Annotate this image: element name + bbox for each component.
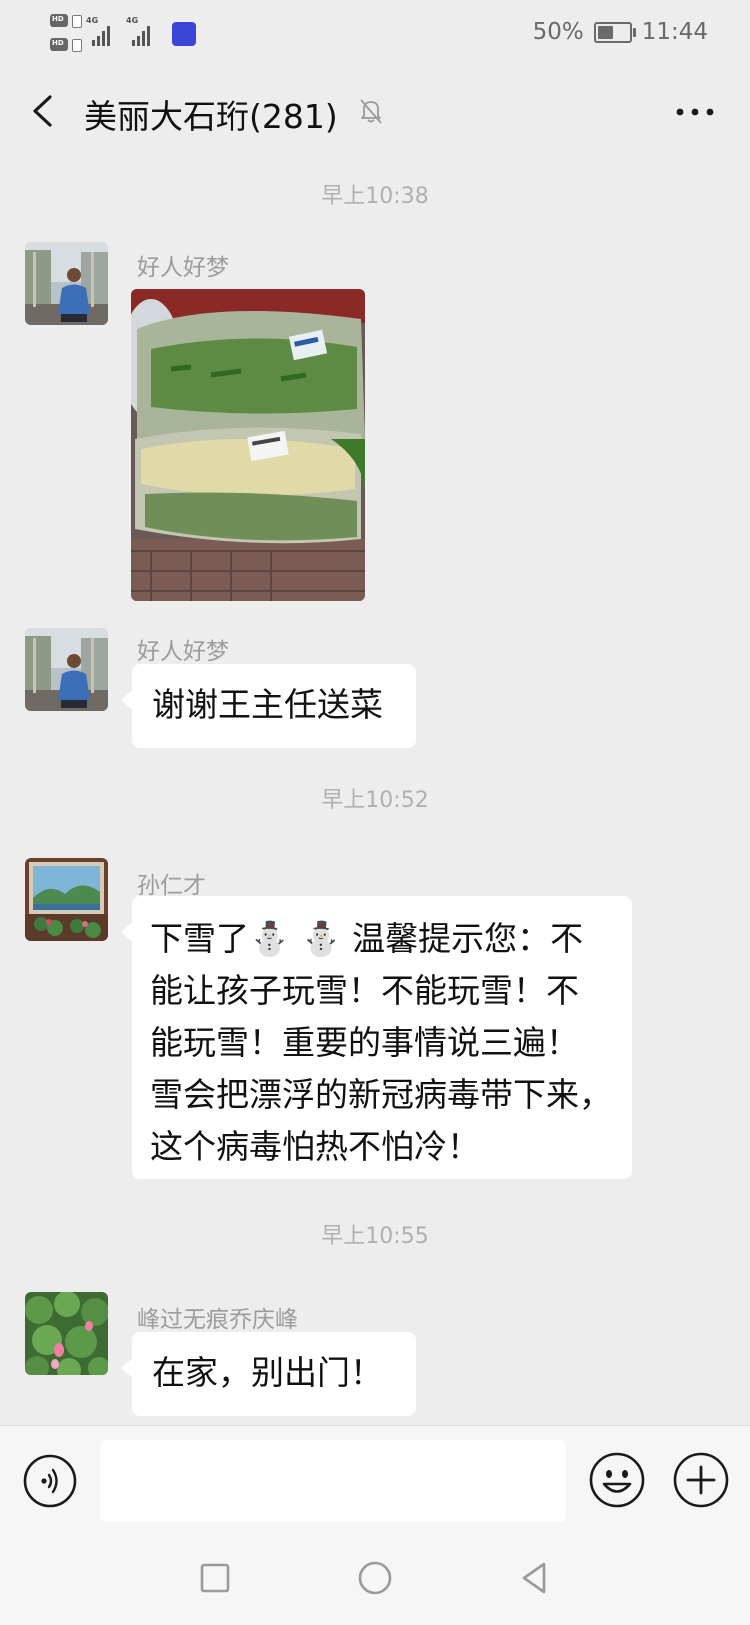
man-at-building-avatar [25,242,108,325]
circle-icon [358,1561,392,1595]
lotus-pond-avatar [25,1292,108,1375]
clock: 11:44 [641,19,708,45]
sender-name: 好人好梦 [137,639,229,665]
more-icon [676,108,714,116]
recent-apps-button[interactable] [193,1556,237,1600]
emoji-button[interactable] [588,1451,646,1509]
landscape-painting-avatar [25,858,108,941]
timestamp: 早上10:38 [321,184,429,209]
signal-icon [128,20,154,46]
message-image[interactable] [131,289,365,601]
battery-icon [593,21,636,43]
home-button[interactable] [353,1556,397,1600]
battery-percent: 50% [532,19,584,45]
avatar[interactable] [25,628,108,711]
chat-title: 美丽大石珩(281) [84,97,338,136]
triangle-back-icon [522,1562,546,1594]
voice-icon [23,1454,77,1508]
system-nav-bar [0,1536,750,1625]
sender-name: 孙仁才 [137,873,206,899]
signal-icon [88,20,114,46]
status-right: 50% 11:44 [533,16,708,48]
network-indicators: HD HD 4G 4G [50,12,200,56]
avatar[interactable] [25,1292,108,1375]
message-text-line: 雪会把漂浮的新冠病毒带下来， [150,1075,612,1114]
emoji-icon [589,1452,645,1508]
sim2-indicator [72,39,82,52]
sim1-indicator [72,15,82,28]
chat-input-bar [0,1425,750,1536]
sender-name: 好人好梦 [137,255,229,281]
hd1-text: HD [52,15,64,23]
vegetables-in-plastic-bags [131,289,365,601]
avatar[interactable] [25,242,108,325]
chat-header: 美丽大石珩(281) [0,64,750,160]
battery-level [597,25,613,39]
message-text-line: 下雪了⛄ ⛄ 温馨提示您：不 [150,919,584,958]
message-list[interactable]: 早上10:38 好人好梦 好人好梦 谢谢王主任送菜 早上10:52 孙仁才 下雪… [0,160,750,1425]
back-button[interactable] [20,86,70,136]
timestamp: 早上10:52 [321,788,429,813]
message-text: 在家，别出门！ [152,1353,383,1392]
message-text: 谢谢王主任送菜 [152,685,383,724]
app-notification-icon [172,22,196,46]
chevron-left-icon [33,95,52,127]
plus-icon [673,1452,729,1508]
system-back-button[interactable] [513,1556,557,1600]
sender-name: 峰过无痕乔庆峰 [137,1307,298,1333]
more-button[interactable] [670,88,720,136]
man-at-building-avatar [25,628,108,711]
avatar[interactable] [25,858,108,941]
status-bar: HD HD 4G 4G 50% 11:44 [0,0,750,64]
timestamp: 早上10:55 [321,1224,429,1249]
hd2-text: HD [52,39,64,47]
message-bubble[interactable]: 谢谢王主任送菜 [121,664,416,748]
bell-off-icon [356,96,386,126]
message-input[interactable] [100,1440,566,1522]
square-icon [200,1563,230,1593]
message-bubble[interactable]: 在家，别出门！ [121,1332,416,1416]
voice-button[interactable] [22,1453,78,1509]
message-text-line: 能让孩子玩雪！不能玩雪！不 [150,971,579,1010]
message-bubble[interactable]: 下雪了⛄ ⛄ 温馨提示您：不 能让孩子玩雪！不能玩雪！不 能玩雪！重要的事情说三… [121,896,632,1179]
message-text-line: 这个病毒怕热不怕冷！ [150,1127,480,1166]
message-text-line: 能玩雪！重要的事情说三遍！ [150,1023,579,1062]
more-functions-button[interactable] [672,1451,730,1509]
